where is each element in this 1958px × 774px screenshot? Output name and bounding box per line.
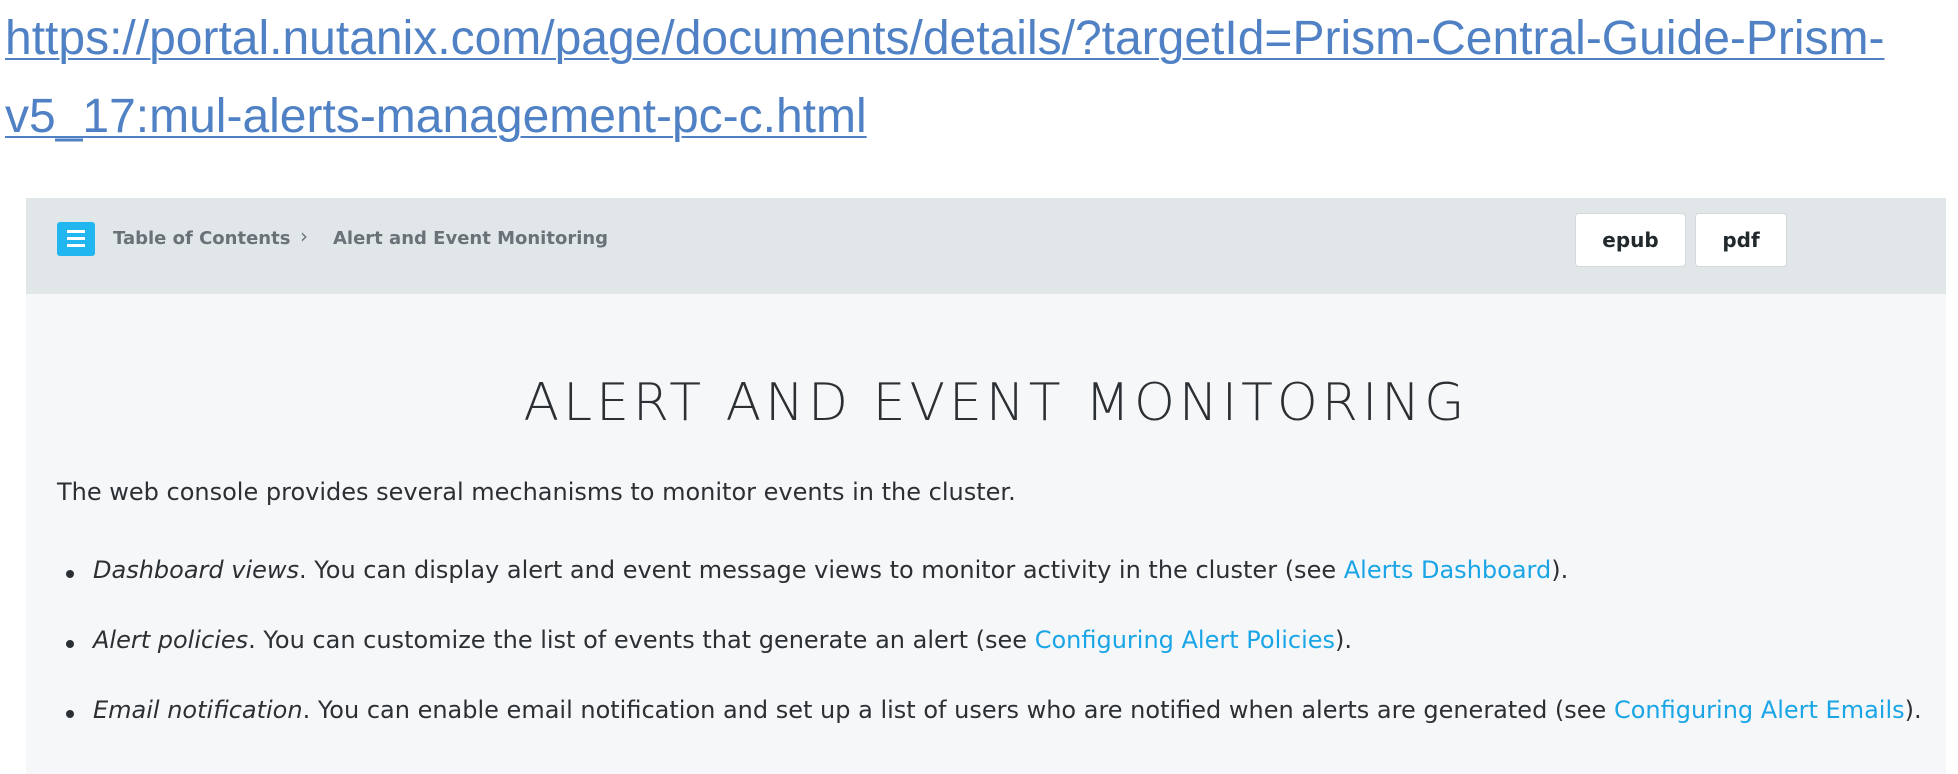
configuring-alert-policies-link[interactable]: Configuring Alert Policies bbox=[1035, 626, 1335, 654]
list-item-text: . You can enable email notification and … bbox=[302, 696, 1614, 724]
alerts-dashboard-link[interactable]: Alerts Dashboard bbox=[1344, 556, 1551, 584]
list-item-term: Dashboard views bbox=[93, 556, 300, 584]
breadcrumb-bar: Table of Contents › Alert and Event Moni… bbox=[26, 198, 1946, 294]
list-item-term: Alert policies bbox=[93, 626, 249, 654]
intro-paragraph: The web console provides several mechani… bbox=[57, 478, 1016, 506]
epub-download-button[interactable]: epub bbox=[1575, 213, 1686, 267]
list-item-end: ). bbox=[1551, 556, 1569, 584]
list-item-end: ). bbox=[1335, 626, 1353, 654]
breadcrumb-table-of-contents[interactable]: Table of Contents bbox=[113, 228, 290, 249]
page-title: ALERT AND EVENT MONITORING bbox=[523, 373, 1469, 433]
breadcrumb-current-page: Alert and Event Monitoring bbox=[333, 228, 609, 249]
list-item-text: . You can customize the list of events t… bbox=[248, 626, 1035, 654]
documentation-panel: Table of Contents › Alert and Event Moni… bbox=[26, 198, 1946, 774]
list-item-end: ). bbox=[1904, 696, 1922, 724]
chevron-right-icon: › bbox=[300, 224, 308, 248]
pdf-download-button[interactable]: pdf bbox=[1695, 213, 1787, 267]
page-url-link[interactable]: https://portal.nutanix.com/page/document… bbox=[5, 0, 1905, 156]
feature-list: Dashboard views. You can display alert a… bbox=[57, 556, 1958, 766]
list-item: Alert policies. You can customize the li… bbox=[57, 626, 1958, 696]
list-item-term: Email notification bbox=[93, 696, 303, 724]
configuring-alert-emails-link[interactable]: Configuring Alert Emails bbox=[1614, 696, 1905, 724]
list-item: Email notification. You can enable email… bbox=[57, 696, 1958, 766]
list-item: Dashboard views. You can display alert a… bbox=[57, 556, 1958, 626]
hamburger-menu-icon[interactable] bbox=[57, 222, 95, 256]
list-item-text: . You can display alert and event messag… bbox=[299, 556, 1344, 584]
